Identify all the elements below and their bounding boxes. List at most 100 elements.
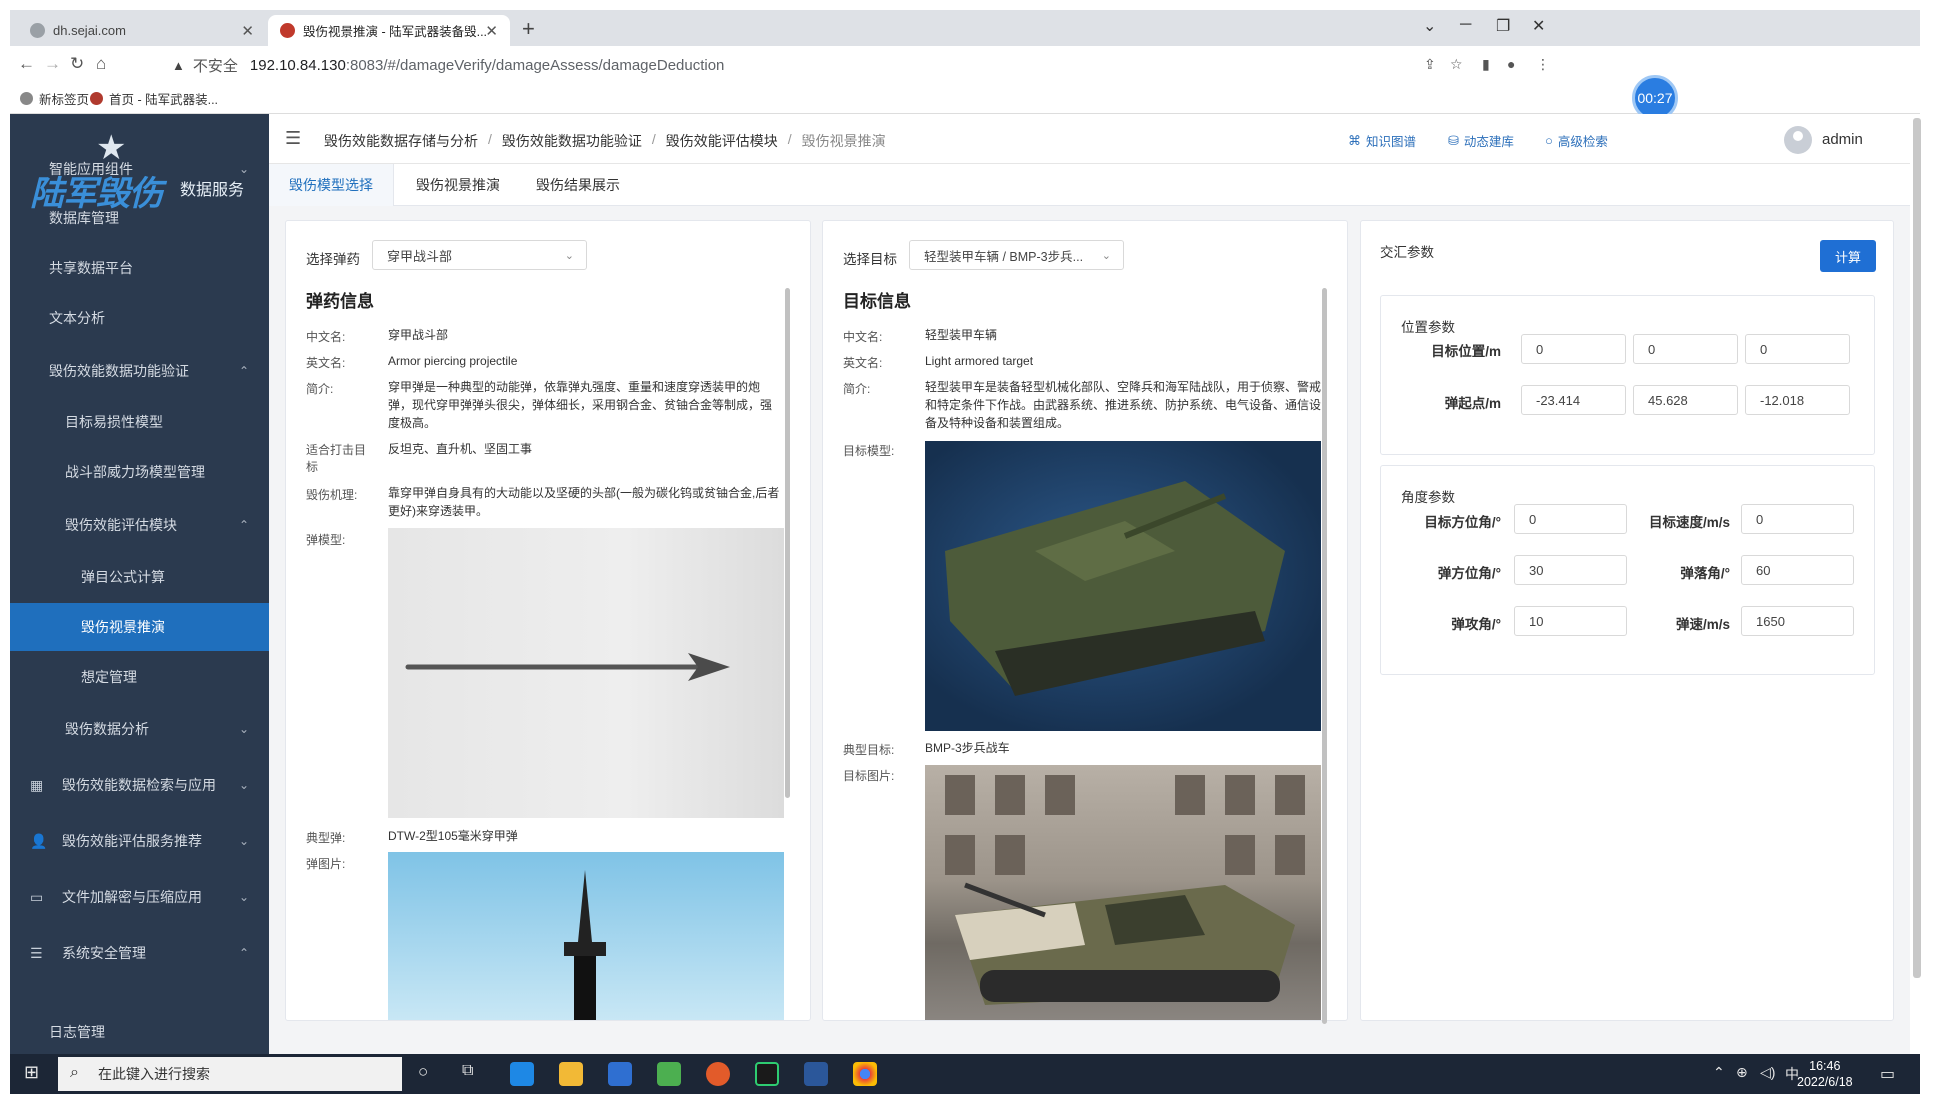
sidebar-item-smart-components[interactable]: 智能应用组件 ⌄ — [10, 145, 269, 193]
sidebar-item-logs[interactable]: 日志管理 — [10, 1022, 269, 1054]
tray-chevron-icon[interactable]: ⌃ — [1713, 1064, 1725, 1081]
pycharm-icon[interactable] — [755, 1062, 779, 1086]
sidebar-item-formula[interactable]: 弹目公式计算 — [10, 553, 269, 601]
reload-icon[interactable]: ↻ — [70, 54, 84, 74]
sidebar-item-label: 系统安全管理 — [62, 945, 146, 961]
scrollbar[interactable] — [785, 288, 790, 798]
launch-point-z-input[interactable]: -12.018 — [1745, 385, 1850, 415]
breadcrumb-item[interactable]: 毁伤效能数据功能验证 — [502, 131, 642, 151]
app-icon[interactable] — [608, 1062, 632, 1086]
dynamic-db-link[interactable]: ⛁ 动态建库 — [1448, 131, 1514, 150]
sidebar-item-warhead[interactable]: 战斗部威力场模型管理 — [10, 448, 269, 496]
chrome-icon[interactable] — [853, 1062, 877, 1086]
calculate-button[interactable]: 计算 — [1820, 240, 1876, 272]
launch-point-x-input[interactable]: -23.414 — [1521, 385, 1626, 415]
avatar[interactable] — [1784, 126, 1812, 154]
notification-icon[interactable]: ▭ — [1880, 1064, 1895, 1084]
tab-model-select[interactable]: 毁伤模型选择 — [269, 164, 394, 206]
sidebar-item-assess-module[interactable]: 毁伤效能评估模块 ⌃ — [10, 501, 269, 549]
attack-angle-input[interactable]: 10 — [1514, 606, 1627, 636]
ammo-select[interactable]: 穿甲战斗部 ⌄ — [372, 240, 587, 270]
ammo-cn-value: 穿甲战斗部 — [388, 328, 449, 342]
sidebar-item-text-analysis[interactable]: 文本分析 — [10, 294, 269, 342]
tab-title: 毁伤视景推演 - 陆军武器装备毁... — [303, 25, 488, 39]
sidebar-item-vulnerability[interactable]: 目标易损性模型 — [10, 398, 269, 446]
taskbar-search-input[interactable]: ⌕ 在此键入进行搜索 — [58, 1057, 402, 1091]
sidebar-item-retrieval[interactable]: ▦ 毁伤效能数据检索与应用 ⌄ — [10, 761, 269, 809]
target-position-x-input[interactable]: 0 — [1521, 334, 1626, 364]
back-icon[interactable]: ← — [18, 54, 35, 74]
site-favicon-icon — [90, 92, 103, 105]
clock[interactable]: 16:46 2022/6/18 — [1797, 1058, 1853, 1090]
browser-tab-active[interactable]: 毁伤视景推演 - 陆军武器装备毁... ✕ — [268, 15, 510, 46]
windows-start-icon[interactable]: ⊞ — [24, 1062, 39, 1083]
menu-kebab-icon[interactable]: ⋮ — [1536, 56, 1550, 73]
close-icon[interactable]: ✕ — [241, 22, 254, 40]
ammo-speed-input[interactable]: 1650 — [1741, 606, 1854, 636]
target-cn-value: 轻型装甲车辆 — [925, 328, 998, 342]
sidebar-item-security[interactable]: ☰ 系统安全管理 ⌃ — [10, 929, 269, 977]
ammo-en-key: 英文名: — [306, 356, 346, 370]
edge-icon[interactable] — [510, 1062, 534, 1086]
breadcrumb-item[interactable]: 毁伤效能数据存储与分析 — [324, 131, 478, 151]
target-azimuth-input[interactable]: 0 — [1514, 504, 1627, 534]
sidebar-item-scenario[interactable]: 想定管理 — [10, 653, 269, 701]
knowledge-graph-link[interactable]: ⌘ 知识图谱 — [1348, 131, 1416, 150]
link-label: 知识图谱 — [1366, 135, 1417, 149]
bookmark-item[interactable]: 新标签页 — [20, 89, 89, 108]
chevron-down-icon: ⌄ — [1101, 249, 1111, 262]
browser-tab[interactable]: dh.sejai.com ✕ — [18, 15, 266, 46]
page-scrollbar[interactable] — [1913, 118, 1921, 978]
target-position-z-input[interactable]: 0 — [1745, 334, 1850, 364]
globe-icon — [20, 92, 33, 105]
folder-icon: ▭ — [30, 888, 44, 905]
bookmark-star-icon[interactable]: ☆ — [1450, 56, 1463, 73]
angle-params-title: 角度参数 — [1401, 490, 1455, 505]
forward-icon[interactable]: → — [44, 54, 61, 74]
sidebar-item-verify[interactable]: 毁伤效能数据功能验证 ⌃ — [10, 347, 269, 395]
tab-results[interactable]: 毁伤结果展示 — [516, 164, 640, 206]
minimize-icon[interactable]: ─ — [1460, 16, 1471, 34]
target-select[interactable]: 轻型装甲车辆 / BMP-3步兵... ⌄ — [909, 240, 1124, 270]
new-tab-button[interactable]: + — [522, 16, 535, 42]
breadcrumb-item[interactable]: 毁伤效能评估模块 — [666, 131, 778, 151]
menu-toggle-icon[interactable]: ☰ — [285, 128, 301, 149]
fall-angle-input[interactable]: 60 — [1741, 555, 1854, 585]
app-icon[interactable] — [706, 1062, 730, 1086]
profile-icon[interactable]: ● — [1507, 56, 1515, 72]
sidebar-item-recommend[interactable]: 👤 毁伤效能评估服务推荐 ⌄ — [10, 817, 269, 865]
tab-deduction[interactable]: 毁伤视景推演 — [396, 164, 520, 206]
ammo-azimuth-input[interactable]: 30 — [1514, 555, 1627, 585]
home-icon[interactable]: ⌂ — [96, 54, 106, 74]
network-icon[interactable]: ⊕ — [1736, 1064, 1748, 1081]
word-icon[interactable] — [804, 1062, 828, 1086]
target-position-y-input[interactable]: 0 — [1633, 334, 1738, 364]
share-icon[interactable]: ⇪ — [1424, 56, 1436, 73]
task-view-icon[interactable]: ⧉ — [462, 1062, 473, 1080]
window-close-icon[interactable]: ✕ — [1532, 16, 1545, 36]
close-icon[interactable]: ✕ — [485, 22, 498, 40]
restore-icon[interactable]: ❐ — [1496, 16, 1510, 36]
target-speed-input[interactable]: 0 — [1741, 504, 1854, 534]
tab-search-icon[interactable]: ⌄ — [1423, 16, 1436, 36]
sidebar-item-label: 目标易损性模型 — [65, 414, 163, 430]
launch-point-y-input[interactable]: 45.628 — [1633, 385, 1738, 415]
advanced-search-link[interactable]: ○ 高级检索 — [1545, 131, 1608, 150]
ammo-select-label: 选择弹药 — [306, 252, 360, 267]
username[interactable]: admin — [1822, 131, 1863, 148]
target-select-value: 轻型装甲车辆 / BMP-3步兵... — [924, 249, 1084, 264]
sidebar-item-encryption[interactable]: ▭ 文件加解密与压缩应用 ⌄ — [10, 873, 269, 921]
file-explorer-icon[interactable] — [559, 1062, 583, 1086]
app-icon[interactable] — [657, 1062, 681, 1086]
sidebar-item-shared-data[interactable]: 共享数据平台 — [10, 244, 269, 292]
sidebar-item-database[interactable]: 数据库管理 — [10, 194, 269, 242]
clock-date: 2022/6/18 — [1797, 1075, 1853, 1089]
volume-icon[interactable]: ◁) — [1760, 1064, 1775, 1081]
sidebar-item-data-analysis[interactable]: 毁伤数据分析 ⌄ — [10, 705, 269, 753]
url-field[interactable]: ▲ 不安全 192.10.84.130 :8083/#/damageVerify… — [158, 50, 1610, 80]
side-panel-icon[interactable]: ▮ — [1482, 56, 1490, 73]
bookmark-item[interactable]: 首页 - 陆军武器装... — [90, 89, 218, 108]
fall-angle-label: 弹落角/° — [1680, 566, 1730, 581]
cortana-icon[interactable]: ○ — [418, 1062, 428, 1082]
sidebar-item-deduction[interactable]: 毁伤视景推演 — [10, 603, 269, 651]
